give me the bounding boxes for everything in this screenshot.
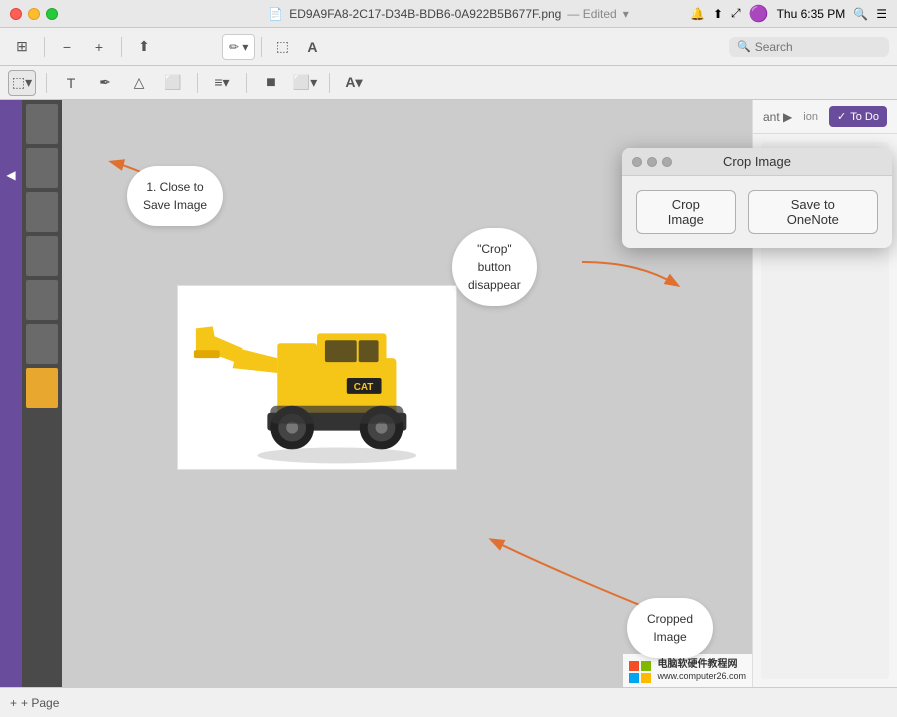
right-sidebar-label: ion	[803, 111, 818, 123]
close-button[interactable]	[10, 8, 22, 20]
share-button[interactable]: ⬆	[130, 34, 158, 60]
zoom-out-button[interactable]: −	[53, 34, 81, 60]
add-page-button[interactable]: + + Page	[10, 696, 59, 710]
svg-text:CAT: CAT	[354, 381, 374, 392]
menu-icon[interactable]: ☰	[876, 7, 887, 21]
watermark-text-1: 电脑软硬件教程网	[657, 658, 746, 671]
sign-button[interactable]: A	[298, 34, 326, 60]
callout-cropped-image: Cropped Image	[627, 598, 713, 658]
watermark: 电脑软硬件教程网 www.computer26.com	[623, 654, 752, 687]
time-display: Thu 6:35 PM	[777, 7, 846, 21]
save-to-onenote-button[interactable]: Save to OneNote	[748, 190, 878, 234]
font-button[interactable]: A▾	[340, 70, 368, 96]
bulldozer-svg: CAT	[178, 288, 456, 468]
callout-close-to-save: 1. Close to Save Image	[127, 166, 223, 226]
toolbar-2: ⬚▾ T ✒ △ ⬜ ≡▾ ■ ⬜▾ A▾	[0, 66, 897, 100]
sep-pen	[261, 37, 262, 57]
fullscreen-icon[interactable]: ⤢	[731, 6, 741, 21]
filename: ED9A9FA8-2C17-D34B-BDB6-0A922B5B677F.png	[289, 7, 561, 21]
todo-check-icon: ✓	[837, 110, 846, 123]
right-sidebar-header: ant ▶ ion ✓ To Do	[753, 100, 897, 134]
notification-icon[interactable]: 🔔	[690, 7, 705, 21]
watermark-text-2: www.computer26.com	[657, 671, 746, 683]
toolbar-1: ⊞ − + ⬆ ✏ ▾ ⬚ A 🔍	[0, 28, 897, 66]
pen-button[interactable]: ✏ ▾	[222, 34, 255, 60]
page-item-3[interactable]	[26, 192, 58, 232]
search-bar[interactable]: 🔍	[729, 37, 889, 57]
crop-dialog-body: Crop Image Save to OneNote	[622, 176, 892, 248]
separator-2	[121, 37, 122, 57]
crop-button[interactable]: ⬜	[159, 70, 187, 96]
callout-crop-disappear: "Crop" button disappear	[452, 228, 537, 306]
crop-dialog-title: Crop Image	[723, 154, 791, 169]
pen3-button[interactable]: ✒	[91, 70, 119, 96]
system-tray: 🔔 ⬆ ⤢ 🟣 Thu 6:35 PM 🔍 ☰	[690, 4, 887, 24]
bulldozer-image-container: CAT	[177, 285, 457, 470]
watermark-logo	[629, 661, 651, 683]
sidebar-collapse-arrow[interactable]: ◀	[6, 168, 15, 182]
shapes-button[interactable]: △	[125, 70, 153, 96]
page-item-7[interactable]	[26, 368, 58, 408]
sep-t2-4	[329, 73, 330, 93]
chevron-down-icon: ▾	[623, 7, 629, 21]
align-button[interactable]: ≡▾	[208, 70, 236, 96]
minimize-button[interactable]	[28, 8, 40, 20]
pen-group: ✏ ▾ ⬚ A	[222, 34, 326, 60]
sep-t2-1	[46, 73, 47, 93]
pages-panel	[22, 100, 62, 687]
crop-image-button[interactable]: Crop Image	[636, 190, 736, 234]
page-item-6[interactable]	[26, 324, 58, 364]
file-icon: 📄	[268, 7, 283, 21]
border-button[interactable]: ⬜▾	[291, 70, 319, 96]
search-icon[interactable]: 🔍	[853, 7, 868, 21]
zoom-in-button[interactable]: +	[85, 34, 113, 60]
search-icon-small: 🔍	[737, 40, 751, 53]
crop-dialog: Crop Image Crop Image Save to OneNote	[622, 148, 892, 248]
bottom-bar: + + Page	[0, 687, 897, 717]
search-input[interactable]	[755, 40, 875, 54]
add-page-label: + Page	[21, 696, 59, 710]
crop-min-light[interactable]	[647, 157, 657, 167]
title-bar: 📄 ED9A9FA8-2C17-D34B-BDB6-0A922B5B677F.p…	[0, 0, 897, 28]
text-button[interactable]: T	[57, 70, 85, 96]
separator-1	[44, 37, 45, 57]
color-fill-button[interactable]: ■	[257, 70, 285, 96]
sep-t2-3	[246, 73, 247, 93]
plus-icon: +	[10, 696, 17, 710]
crop-close-light[interactable]	[632, 157, 642, 167]
sidebar-toggle-button[interactable]: ⊞	[8, 34, 36, 60]
crop-dialog-title-bar: Crop Image	[622, 148, 892, 176]
onenote-icon: 🟣	[749, 4, 769, 24]
crop-max-light[interactable]	[662, 157, 672, 167]
edited-label: — Edited	[567, 7, 616, 21]
sidebar-purple: ◀	[0, 100, 22, 687]
maximize-button[interactable]	[46, 8, 58, 20]
page-item-4[interactable]	[26, 236, 58, 276]
todo-button[interactable]: ✓ To Do	[829, 106, 887, 127]
share-icon[interactable]: ⬆	[713, 7, 723, 21]
crop-dialog-lights	[632, 157, 672, 167]
title-bar-center: 📄 ED9A9FA8-2C17-D34B-BDB6-0A922B5B677F.p…	[268, 7, 629, 21]
page-item-2[interactable]	[26, 148, 58, 188]
page-item-1[interactable]	[26, 104, 58, 144]
traffic-lights	[10, 8, 58, 20]
page-item-5[interactable]	[26, 280, 58, 320]
select-button[interactable]: ⬚▾	[8, 70, 36, 96]
right-sidebar-expand[interactable]: ant ▶	[763, 110, 792, 124]
stamp-button[interactable]: ⬚	[268, 34, 296, 60]
sep-t2-2	[197, 73, 198, 93]
windows-logo	[629, 661, 651, 683]
